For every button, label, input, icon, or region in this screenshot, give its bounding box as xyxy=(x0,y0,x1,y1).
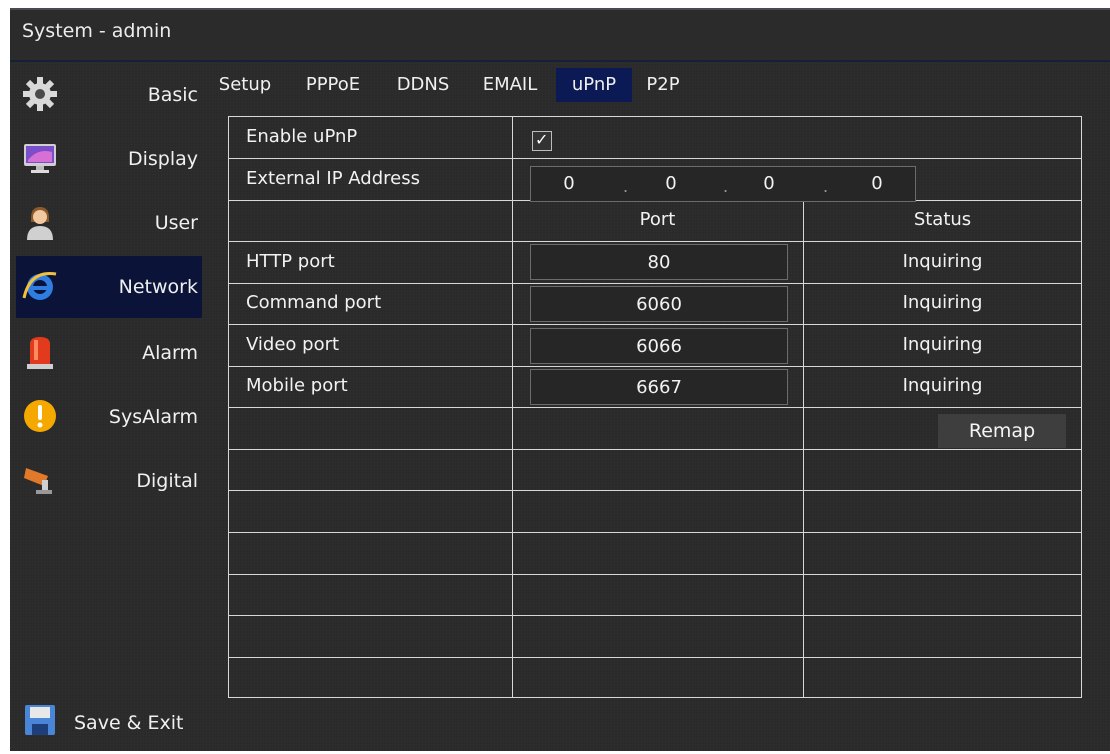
siren-icon xyxy=(27,337,53,369)
mobile-port-status: Inquiring xyxy=(902,375,983,396)
enable-upnp-label: Enable uPnP xyxy=(246,126,358,147)
command-port-status: Inquiring xyxy=(902,292,983,313)
ip-octet-2[interactable]: 0 xyxy=(651,173,691,194)
sidebar-item-alarm[interactable]: Alarm xyxy=(16,322,202,384)
warning-icon xyxy=(24,400,56,432)
tab-setup[interactable]: Setup xyxy=(208,68,282,102)
http-port-label: HTTP port xyxy=(246,251,335,272)
sidebar-item-label: Digital xyxy=(136,470,198,492)
upnp-table: Enable uPnP ✓ External IP Address 0 . 0 … xyxy=(228,116,1082,698)
window: System - admin Basic Display User Networ… xyxy=(10,8,1110,751)
sidebar-item-label: Basic xyxy=(147,84,198,106)
ip-separator: . xyxy=(623,177,629,196)
mobile-port-input[interactable]: 6667 xyxy=(530,369,788,405)
gear-icon xyxy=(23,77,57,111)
sidebar-item-sysalarm[interactable]: SysAlarm xyxy=(16,386,202,448)
tab-upnp[interactable]: uPnP xyxy=(556,68,632,102)
monitor-icon xyxy=(24,144,56,173)
http-port-input[interactable]: 80 xyxy=(530,244,788,280)
external-ip-label: External IP Address xyxy=(246,168,420,189)
internet-explorer-icon xyxy=(22,272,57,300)
video-port-label: Video port xyxy=(246,334,340,355)
camera-icon xyxy=(24,468,52,494)
floppy-disk-icon xyxy=(25,705,55,735)
sidebar-item-basic[interactable]: Basic xyxy=(16,64,202,126)
sidebar-item-label: Alarm xyxy=(142,342,198,364)
sidebar-item-display[interactable]: Display xyxy=(16,128,202,190)
ip-octet-4[interactable]: 0 xyxy=(857,173,897,194)
ip-separator: . xyxy=(823,177,829,196)
sidebar-item-label: User xyxy=(154,212,198,234)
http-port-status: Inquiring xyxy=(902,251,983,272)
remap-button[interactable]: Remap xyxy=(938,414,1066,448)
status-column-header: Status xyxy=(913,209,972,230)
checkmark-icon: ✓ xyxy=(535,130,549,149)
tab-ddns[interactable]: DDNS xyxy=(384,68,462,102)
video-port-input[interactable]: 6066 xyxy=(530,328,788,364)
title-bar: System - admin xyxy=(10,8,1110,60)
window-title: System - admin xyxy=(22,20,172,42)
sidebar-item-label: Network xyxy=(118,276,198,298)
mobile-port-label: Mobile port xyxy=(246,375,348,396)
ip-octet-3[interactable]: 0 xyxy=(749,173,789,194)
sidebar-item-user[interactable]: User xyxy=(16,192,202,254)
command-port-label: Command port xyxy=(246,292,382,313)
sidebar-item-network[interactable]: Network xyxy=(16,256,202,318)
save-exit-label: Save & Exit xyxy=(74,712,184,734)
ip-separator: . xyxy=(723,177,729,196)
tab-p2p[interactable]: P2P xyxy=(636,68,690,102)
sidebar-item-label: Display xyxy=(127,148,198,170)
video-port-status: Inquiring xyxy=(902,334,983,355)
sidebar-item-digital[interactable]: Digital xyxy=(16,450,202,512)
tab-pppoe[interactable]: PPPoE xyxy=(288,68,378,102)
enable-upnp-checkbox[interactable]: ✓ xyxy=(532,130,552,151)
ip-octet-1[interactable]: 0 xyxy=(549,173,589,194)
tab-email[interactable]: EMAIL xyxy=(468,68,552,102)
external-ip-field[interactable]: 0 . 0 . 0 . 0 xyxy=(530,166,916,202)
save-exit-button[interactable]: Save & Exit xyxy=(16,692,202,754)
title-divider xyxy=(10,60,1110,62)
user-icon xyxy=(27,207,53,240)
command-port-input[interactable]: 6060 xyxy=(530,286,788,322)
sidebar-item-label: SysAlarm xyxy=(108,406,198,428)
port-column-header: Port xyxy=(639,209,676,230)
